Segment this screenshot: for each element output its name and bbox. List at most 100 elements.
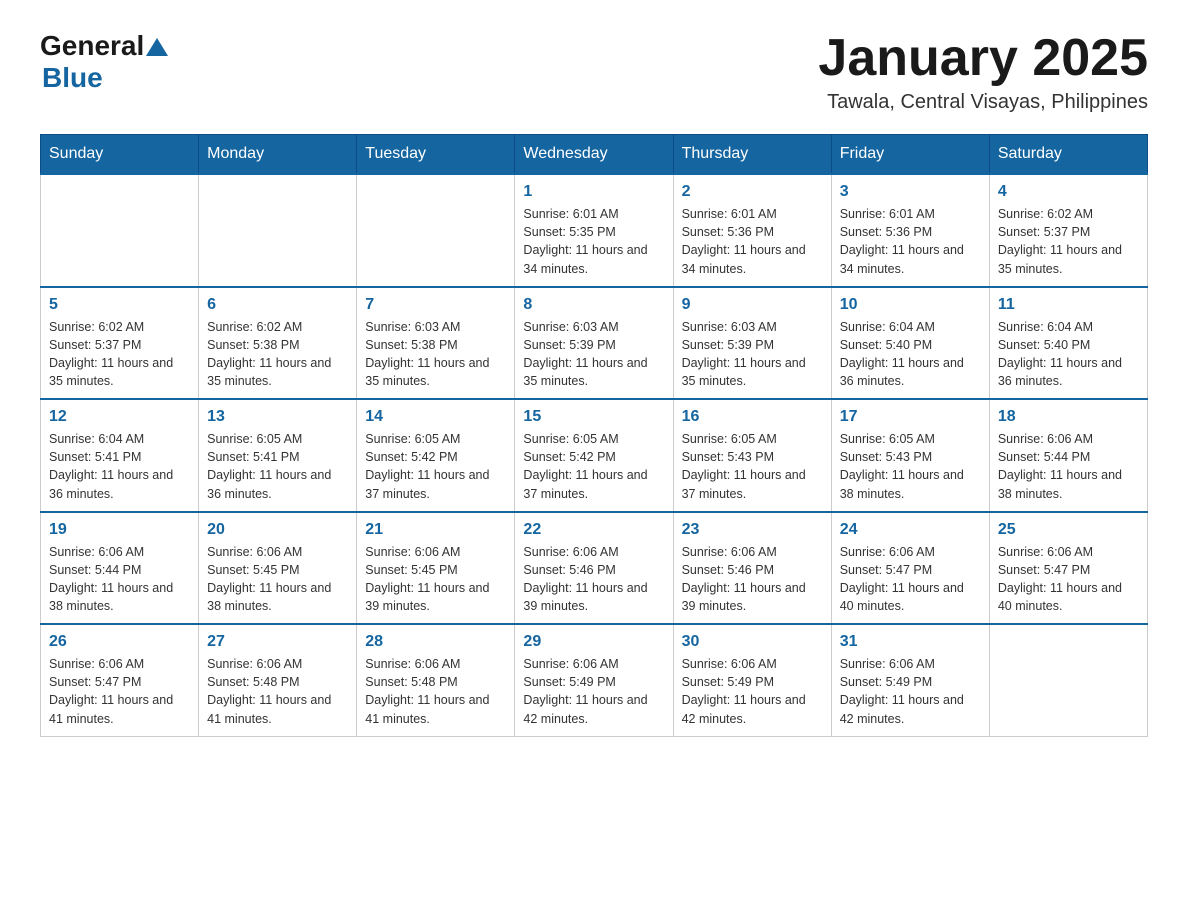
calendar-cell [989,624,1147,736]
day-info: Sunrise: 6:05 AMSunset: 5:42 PMDaylight:… [365,430,506,503]
calendar-cell: 29Sunrise: 6:06 AMSunset: 5:49 PMDayligh… [515,624,673,736]
day-number: 5 [49,296,190,314]
calendar-cell: 8 Sunrise: 6:03 AMSunset: 5:39 PMDaylight… [515,287,673,400]
day-info: Sunrise: 6:02 AMSunset: 5:37 PMDaylight:… [998,205,1139,278]
day-info: Sunrise: 6:01 AMSunset: 5:36 PMDaylight:… [840,205,981,278]
calendar-cell: 19Sunrise: 6:06 AMSunset: 5:44 PMDayligh… [41,512,199,625]
day-info: Sunrise: 6:06 AMSunset: 5:47 PMDaylight:… [998,543,1139,616]
calendar-cell: 5 Sunrise: 6:02 AMSunset: 5:37 PMDaylight… [41,287,199,400]
day-info: Sunrise: 6:06 AMSunset: 5:48 PMDaylight:… [207,655,348,728]
day-info: Sunrise: 6:01 AMSunset: 5:36 PMDaylight:… [682,205,823,278]
main-title: January 2025 [818,30,1148,87]
day-number: 26 [49,633,190,651]
calendar-cell: 22Sunrise: 6:06 AMSunset: 5:46 PMDayligh… [515,512,673,625]
calendar-cell: 24Sunrise: 6:06 AMSunset: 5:47 PMDayligh… [831,512,989,625]
day-number: 18 [998,408,1139,426]
calendar-cell: 14 Sunrise: 6:05 AMSunset: 5:42 PMDayligh… [357,399,515,512]
calendar-cell: 7 Sunrise: 6:03 AMSunset: 5:38 PMDaylight… [357,287,515,400]
day-info: Sunrise: 6:03 AMSunset: 5:39 PMDaylight:… [523,318,664,391]
day-number: 7 [365,296,506,314]
day-number: 16 [682,408,823,426]
day-info: Sunrise: 6:03 AMSunset: 5:39 PMDaylight:… [682,318,823,391]
title-section: January 2025 Tawala, Central Visayas, Ph… [818,30,1148,114]
calendar-header-wednesday: Wednesday [515,135,673,175]
calendar-cell: 6Sunrise: 6:02 AMSunset: 5:38 PMDaylight… [199,287,357,400]
day-info: Sunrise: 6:06 AMSunset: 5:49 PMDaylight:… [682,655,823,728]
calendar-cell: 16 Sunrise: 6:05 AMSunset: 5:43 PMDayligh… [673,399,831,512]
calendar-week-row-2: 5 Sunrise: 6:02 AMSunset: 5:37 PMDaylight… [41,287,1148,400]
day-info: Sunrise: 6:06 AMSunset: 5:47 PMDaylight:… [840,543,981,616]
calendar-cell: 13 Sunrise: 6:05 AMSunset: 5:41 PMDayligh… [199,399,357,512]
calendar-header-row: SundayMondayTuesdayWednesdayThursdayFrid… [41,135,1148,175]
day-number: 30 [682,633,823,651]
calendar-cell: 4 Sunrise: 6:02 AMSunset: 5:37 PMDaylight… [989,174,1147,287]
day-number: 29 [523,633,664,651]
day-info: Sunrise: 6:06 AMSunset: 5:46 PMDaylight:… [682,543,823,616]
day-number: 19 [49,521,190,539]
day-number: 13 [207,408,348,426]
day-info: Sunrise: 6:06 AMSunset: 5:45 PMDaylight:… [365,543,506,616]
logo: General Blue [40,30,168,94]
day-number: 23 [682,521,823,539]
calendar-header-sunday: Sunday [41,135,199,175]
day-info: Sunrise: 6:02 AMSunset: 5:37 PMDaylight:… [49,318,190,391]
calendar-header-monday: Monday [199,135,357,175]
calendar-cell: 3 Sunrise: 6:01 AMSunset: 5:36 PMDaylight… [831,174,989,287]
calendar-cell: 9 Sunrise: 6:03 AMSunset: 5:39 PMDaylight… [673,287,831,400]
calendar-cell: 17 Sunrise: 6:05 AMSunset: 5:43 PMDayligh… [831,399,989,512]
day-info: Sunrise: 6:04 AMSunset: 5:40 PMDaylight:… [840,318,981,391]
day-number: 25 [998,521,1139,539]
day-number: 14 [365,408,506,426]
day-info: Sunrise: 6:06 AMSunset: 5:44 PMDaylight:… [998,430,1139,503]
calendar-cell [41,174,199,287]
day-info: Sunrise: 6:06 AMSunset: 5:47 PMDaylight:… [49,655,190,728]
calendar-week-row-5: 26 Sunrise: 6:06 AMSunset: 5:47 PMDayligh… [41,624,1148,736]
day-info: Sunrise: 6:06 AMSunset: 5:48 PMDaylight:… [365,655,506,728]
logo-arrow-icon [146,36,168,58]
calendar-header-thursday: Thursday [673,135,831,175]
calendar-cell: 11 Sunrise: 6:04 AMSunset: 5:40 PMDayligh… [989,287,1147,400]
calendar-cell [357,174,515,287]
day-number: 3 [840,183,981,201]
day-info: Sunrise: 6:04 AMSunset: 5:40 PMDaylight:… [998,318,1139,391]
day-number: 27 [207,633,348,651]
calendar-week-row-1: 1 Sunrise: 6:01 AMSunset: 5:35 PMDaylight… [41,174,1148,287]
day-info: Sunrise: 6:06 AMSunset: 5:45 PMDaylight:… [207,543,348,616]
day-number: 28 [365,633,506,651]
day-info: Sunrise: 6:05 AMSunset: 5:43 PMDaylight:… [682,430,823,503]
day-number: 10 [840,296,981,314]
calendar-table: SundayMondayTuesdayWednesdayThursdayFrid… [40,134,1148,737]
day-number: 9 [682,296,823,314]
day-number: 6 [207,296,348,314]
day-number: 2 [682,183,823,201]
day-info: Sunrise: 6:06 AMSunset: 5:49 PMDaylight:… [840,655,981,728]
day-number: 12 [49,408,190,426]
calendar-cell: 30 Sunrise: 6:06 AMSunset: 5:49 PMDayligh… [673,624,831,736]
calendar-cell [199,174,357,287]
calendar-cell: 15 Sunrise: 6:05 AMSunset: 5:42 PMDayligh… [515,399,673,512]
calendar-cell: 10 Sunrise: 6:04 AMSunset: 5:40 PMDayligh… [831,287,989,400]
logo-blue-text: Blue [42,62,168,94]
day-number: 21 [365,521,506,539]
day-number: 4 [998,183,1139,201]
calendar-cell: 27 Sunrise: 6:06 AMSunset: 5:48 PMDayligh… [199,624,357,736]
day-number: 15 [523,408,664,426]
day-number: 17 [840,408,981,426]
calendar-cell: 26 Sunrise: 6:06 AMSunset: 5:47 PMDayligh… [41,624,199,736]
calendar-week-row-4: 19Sunrise: 6:06 AMSunset: 5:44 PMDayligh… [41,512,1148,625]
day-number: 11 [998,296,1139,314]
calendar-header-friday: Friday [831,135,989,175]
day-info: Sunrise: 6:03 AMSunset: 5:38 PMDaylight:… [365,318,506,391]
day-info: Sunrise: 6:05 AMSunset: 5:41 PMDaylight:… [207,430,348,503]
day-info: Sunrise: 6:01 AMSunset: 5:35 PMDaylight:… [523,205,664,278]
calendar-header-saturday: Saturday [989,135,1147,175]
logo-general-text: General [40,30,144,62]
day-number: 1 [523,183,664,201]
day-info: Sunrise: 6:04 AMSunset: 5:41 PMDaylight:… [49,430,190,503]
day-info: Sunrise: 6:05 AMSunset: 5:43 PMDaylight:… [840,430,981,503]
day-info: Sunrise: 6:05 AMSunset: 5:42 PMDaylight:… [523,430,664,503]
calendar-cell: 1 Sunrise: 6:01 AMSunset: 5:35 PMDaylight… [515,174,673,287]
calendar-cell: 21 Sunrise: 6:06 AMSunset: 5:45 PMDayligh… [357,512,515,625]
day-number: 8 [523,296,664,314]
calendar-cell: 12 Sunrise: 6:04 AMSunset: 5:41 PMDayligh… [41,399,199,512]
